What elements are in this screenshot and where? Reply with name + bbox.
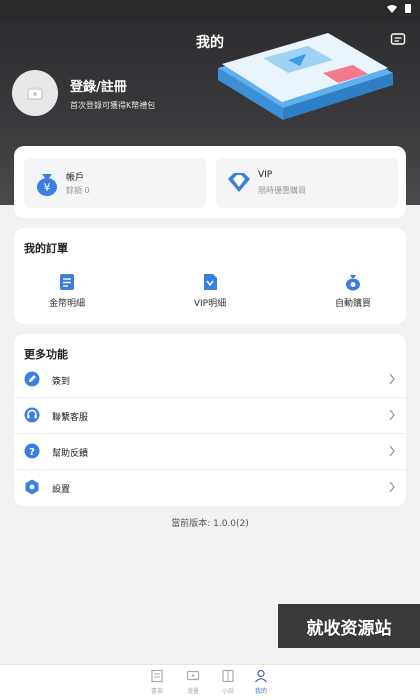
bookshelf-icon — [151, 669, 163, 683]
customer-service-icon — [24, 407, 40, 423]
avatar[interactable] — [12, 70, 58, 116]
order-item-coin-detail[interactable]: 金幣明細 — [22, 272, 112, 309]
chevron-right-icon — [389, 445, 395, 457]
menu-item-label: 簽到 — [52, 377, 71, 387]
wifi-icon — [387, 4, 397, 13]
settings-icon — [25, 479, 39, 495]
profile-icon — [255, 669, 267, 683]
nav-label: 我的 — [254, 688, 267, 695]
menu-item-label: 聯繫客服 — [52, 413, 89, 423]
vip-detail-icon — [204, 274, 217, 290]
comic-icon — [186, 670, 200, 681]
status-bar — [0, 0, 420, 20]
order-label: 自動購買 — [334, 299, 371, 309]
chevron-right-icon — [389, 373, 395, 385]
auto-buy-icon — [346, 275, 360, 291]
account-label: 帳戶 — [66, 173, 85, 183]
chevron-right-icon — [389, 409, 395, 421]
more-features-card: 更多功能 簽到 聯繫客服 ? 幫助反饋 設置 — [14, 334, 406, 506]
sign-in-icon — [24, 371, 40, 387]
order-item-vip-detail[interactable]: VIP明細 — [165, 272, 255, 309]
bottom-nav: 書架 漫畫 小說 我的 — [0, 664, 420, 700]
nav-label: 小說 — [221, 688, 234, 695]
menu-item-customer-service[interactable]: 聯繫客服 — [14, 398, 406, 434]
nav-label: 漫畫 — [186, 688, 199, 695]
menu-item-help-feedback[interactable]: ? 幫助反饋 — [14, 434, 406, 470]
message-icon[interactable] — [390, 32, 406, 48]
orders-title: 我的訂單 — [24, 242, 68, 255]
login-subtitle: 首次登錄可獲得K幣禮包 — [70, 101, 156, 110]
login-register-link[interactable]: 登錄/註冊 — [70, 76, 127, 95]
menu-item-label: 幫助反饋 — [52, 449, 89, 459]
header-illustration — [218, 33, 393, 120]
version-text: 當前版本: 1.0.0(2) — [171, 519, 249, 529]
battery-icon — [405, 4, 411, 13]
avatar-placeholder-icon — [27, 87, 43, 100]
vip-subtitle: 限時優惠購買 — [258, 186, 306, 195]
menu-item-label: 設置 — [52, 485, 71, 495]
accounts-card: ¥ 帳戶 餘額 0 VIP 限時優惠購買 — [14, 146, 406, 218]
watermark: 就收资源站 — [278, 604, 420, 648]
order-label: 金幣明細 — [48, 299, 85, 309]
order-label: VIP明細 — [193, 299, 227, 309]
nav-item-comic[interactable]: 漫畫 — [176, 669, 210, 695]
coin-detail-icon — [60, 274, 74, 290]
menu-item-settings[interactable]: 設置 — [14, 470, 406, 506]
order-item-auto-buy[interactable]: 自動購買 — [308, 272, 398, 309]
nav-item-bookshelf[interactable]: 書架 — [140, 669, 174, 695]
account-card[interactable]: ¥ 帳戶 餘額 0 — [24, 158, 206, 208]
orders-card: 我的訂單 金幣明細 VIP明細 自動購買 — [14, 228, 406, 324]
menu-item-sign-in[interactable]: 簽到 — [14, 362, 406, 398]
diamond-icon — [228, 173, 250, 192]
vip-label: VIP — [258, 170, 273, 180]
help-icon: ? — [24, 443, 40, 459]
svg-text:¥: ¥ — [44, 181, 51, 194]
nav-item-novel[interactable]: 小說 — [211, 669, 245, 695]
svg-text:?: ? — [29, 447, 35, 458]
nav-label: 書架 — [150, 688, 163, 695]
novel-icon — [222, 669, 234, 683]
more-title: 更多功能 — [24, 348, 68, 361]
account-balance: 餘額 0 — [66, 186, 90, 195]
vip-card[interactable]: VIP 限時優惠購買 — [216, 158, 398, 208]
money-bag-icon: ¥ — [37, 174, 57, 196]
chevron-right-icon — [389, 481, 395, 493]
status-icons — [386, 3, 412, 14]
nav-item-profile[interactable]: 我的 — [244, 669, 278, 695]
